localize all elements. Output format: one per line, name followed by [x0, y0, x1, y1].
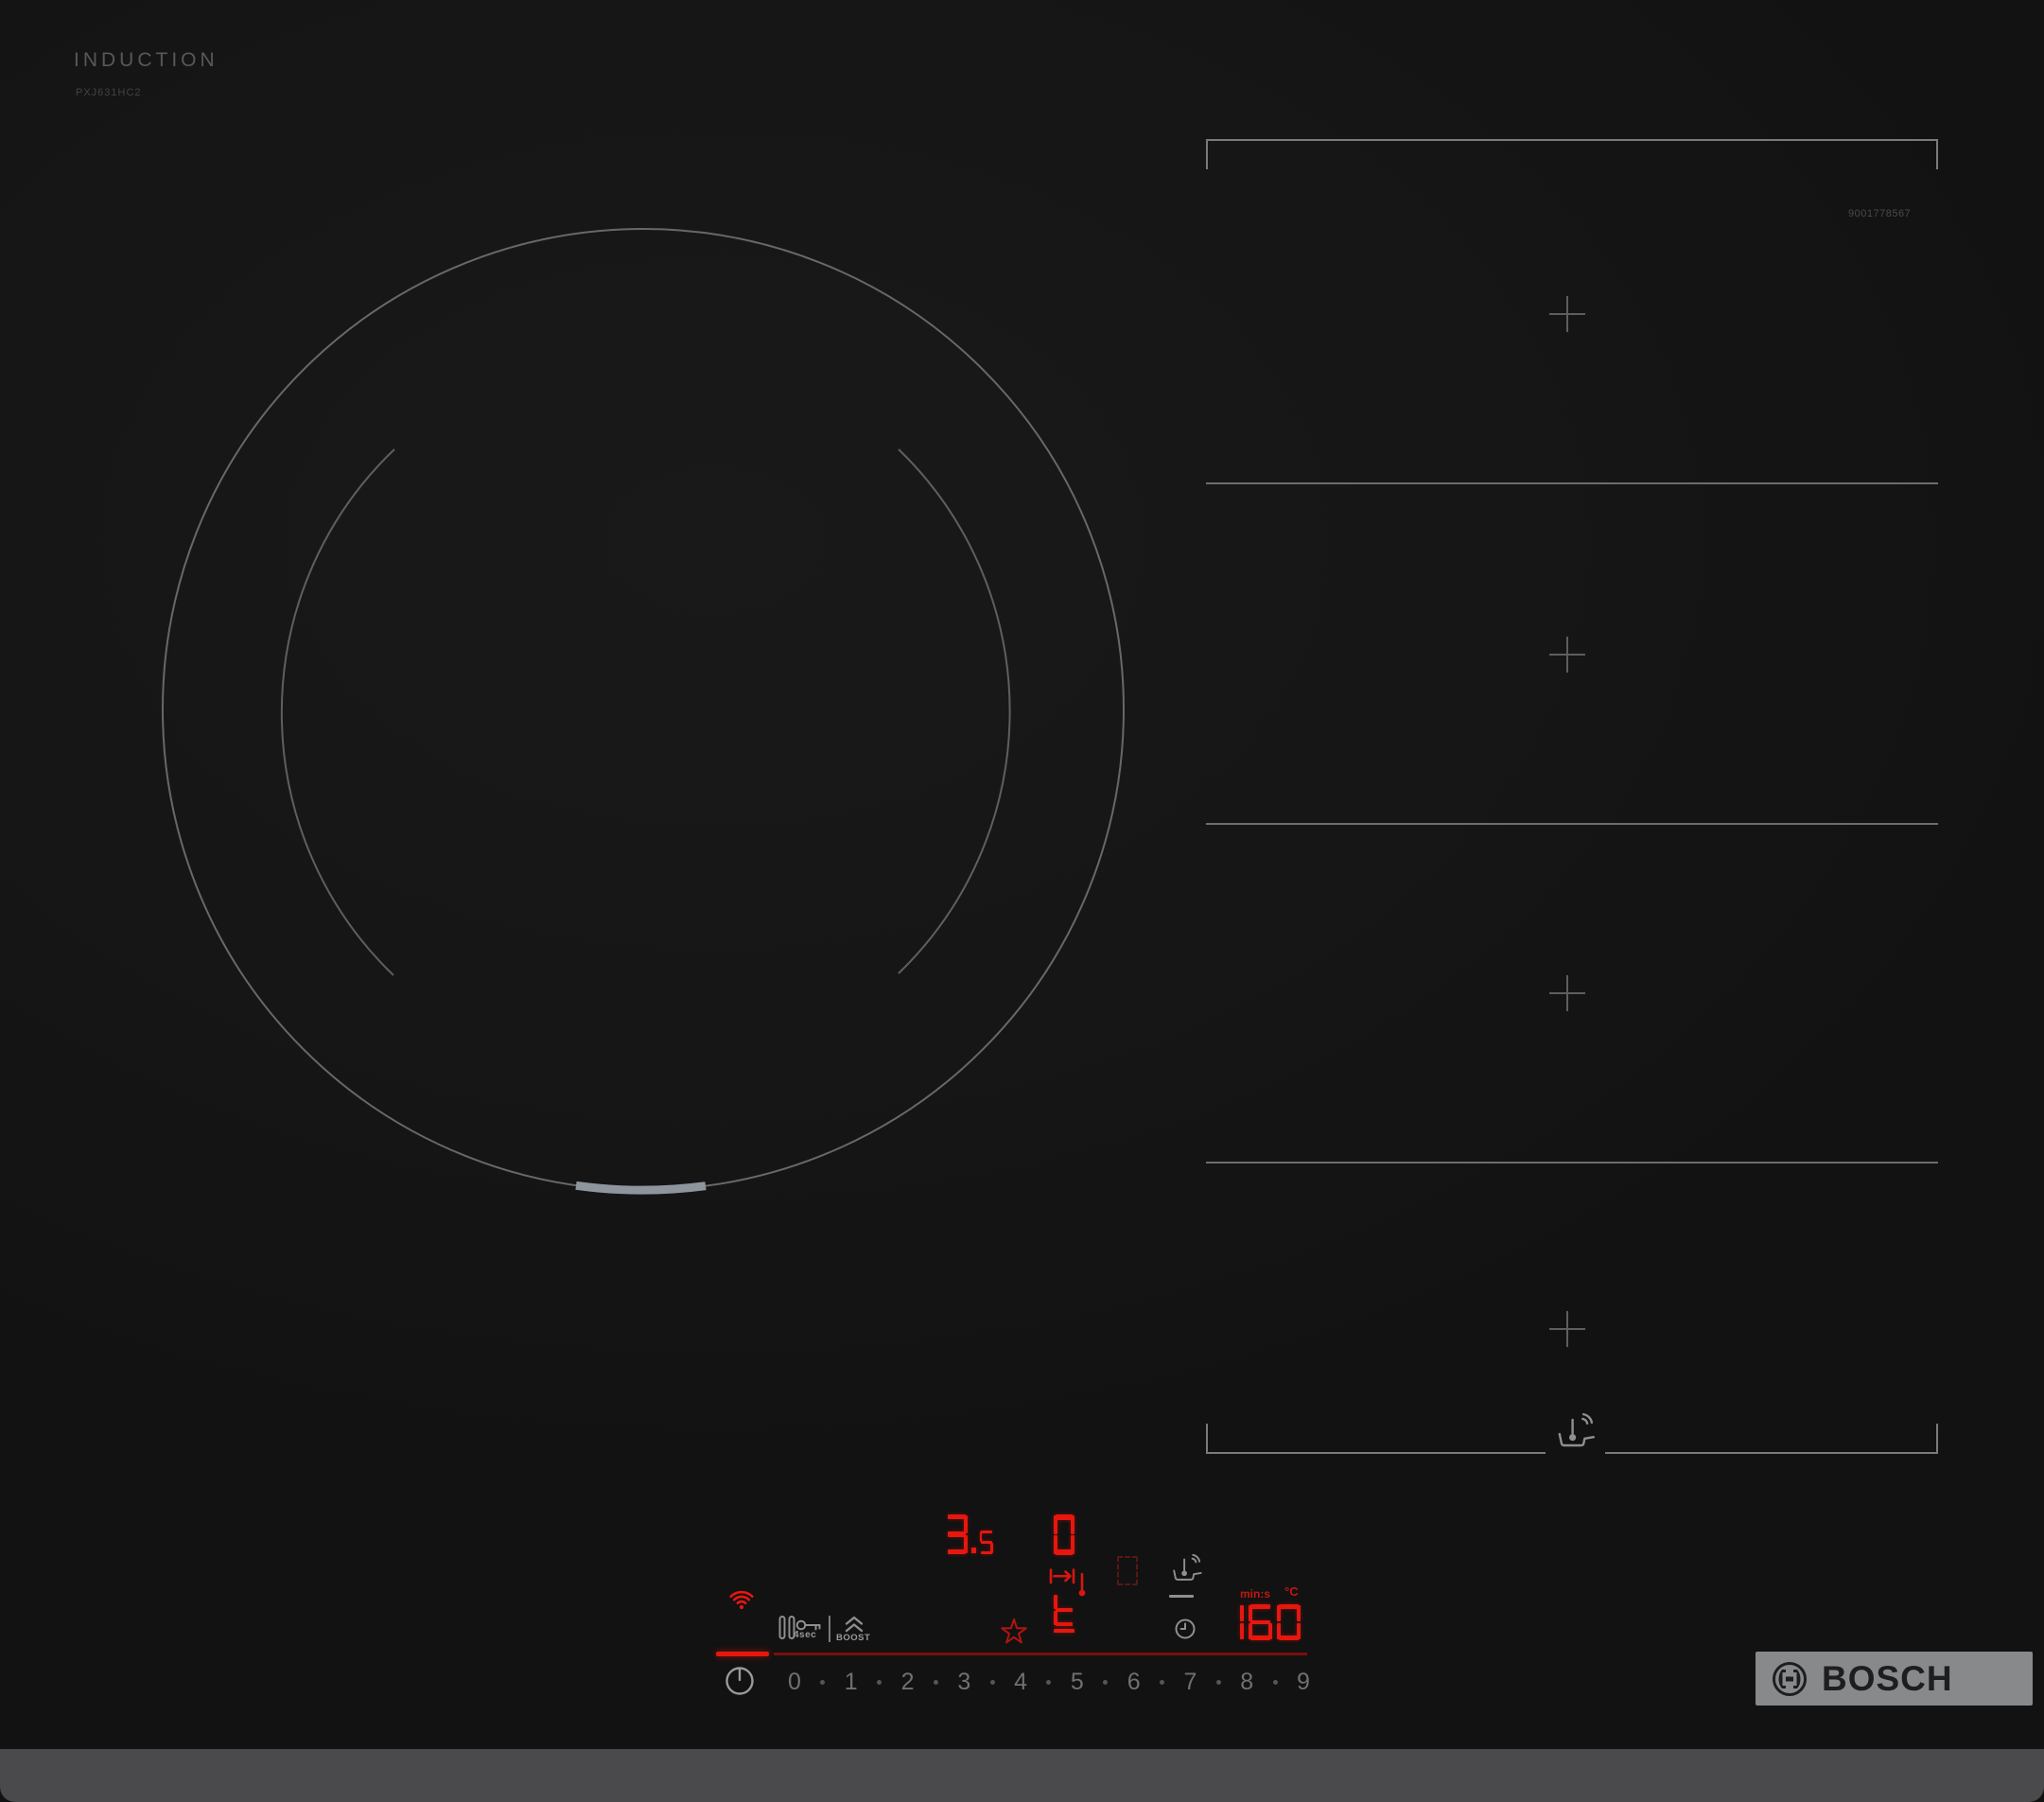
seven-seg-digit — [1054, 1514, 1074, 1555]
boost-label: BOOST — [836, 1633, 871, 1643]
timer-display — [1220, 1604, 1301, 1640]
level-2[interactable]: 2 — [901, 1670, 915, 1694]
zone-outer-ring — [162, 228, 1125, 1191]
brand-logo-text: BOSCH — [1822, 1658, 1953, 1698]
level-separator-dot — [1103, 1679, 1109, 1685]
seven-seg-decimal-point — [971, 1548, 976, 1553]
level-1[interactable]: 1 — [845, 1670, 858, 1694]
zone-plus-icon[interactable] — [1549, 637, 1585, 673]
level-7[interactable]: 7 — [1183, 1670, 1197, 1694]
flex-zone-top-bracket — [1206, 139, 1938, 169]
level-3[interactable]: 3 — [957, 1670, 970, 1694]
mode-underline — [1054, 1629, 1074, 1633]
flex-zone-divider — [1206, 1162, 1938, 1163]
zone-inner-arc-left — [280, 448, 395, 976]
zone-plus-icon[interactable] — [1549, 296, 1585, 332]
flex-zone-bottom-bracket-right — [1605, 1424, 1938, 1454]
level-6[interactable]: 6 — [1127, 1670, 1141, 1694]
boost-chevrons-icon[interactable] — [844, 1615, 865, 1634]
temperature-unit-label: °C — [1284, 1584, 1299, 1599]
flex-zone-divider — [1206, 823, 1938, 825]
part-number-label: 9001778567 — [1848, 208, 1912, 219]
wifi-icon[interactable] — [723, 1580, 760, 1612]
seven-seg-digit — [946, 1514, 968, 1554]
fry-sensor-icon — [1173, 1553, 1202, 1581]
level-separator-dot — [1046, 1679, 1052, 1685]
induction-cooktop: INDUCTION PXJ631HC2 9001778567 4sec BOOS… — [0, 0, 2044, 1802]
zone-plus-icon[interactable] — [1549, 1311, 1585, 1347]
pan-position-marker — [575, 1181, 707, 1195]
zone-inner-arc-right — [898, 448, 1011, 974]
seven-seg-digit — [1277, 1604, 1301, 1640]
bosch-logo-icon — [1773, 1661, 1807, 1696]
level-separator-dot — [1272, 1679, 1278, 1685]
product-type-label: INDUCTION — [74, 49, 218, 71]
level-separator-dot — [1215, 1679, 1221, 1685]
level-separator-dot — [820, 1679, 826, 1685]
flex-zone-divider — [1206, 482, 1938, 484]
level-0[interactable]: 0 — [788, 1670, 801, 1694]
level-separator-dot — [933, 1679, 938, 1685]
front-edge-strip — [0, 1749, 2044, 1802]
left-cooking-zone — [162, 228, 1125, 1195]
level-9[interactable]: 9 — [1297, 1670, 1310, 1694]
zone-plus-icon[interactable] — [1549, 975, 1585, 1011]
timer-unit-label: min:s — [1240, 1587, 1271, 1601]
level-separator-dot — [989, 1679, 995, 1685]
seven-seg-digit — [1249, 1604, 1272, 1640]
zone-value-display — [1054, 1514, 1074, 1555]
level-slider[interactable]: 0 1 2 3 4 5 6 7 8 9 — [788, 1665, 1310, 1699]
level-8[interactable]: 8 — [1240, 1670, 1253, 1694]
timer-clock-icon[interactable] — [1174, 1618, 1197, 1640]
slider-track — [774, 1653, 1307, 1655]
level-separator-dot — [877, 1679, 882, 1685]
control-divider — [829, 1616, 830, 1642]
warming-frame-icon — [1117, 1556, 1138, 1585]
power-icon[interactable] — [722, 1662, 758, 1698]
lock-delay-label: 4sec — [794, 1630, 817, 1640]
seven-seg-digit — [1220, 1604, 1244, 1640]
seven-seg-digit — [980, 1530, 993, 1554]
heat-level-line-icon — [1169, 1595, 1194, 1598]
pan-transfer-icon — [1049, 1568, 1086, 1597]
level-4[interactable]: 4 — [1014, 1670, 1027, 1694]
favorite-star-icon[interactable] — [1000, 1618, 1028, 1645]
brand-plate: BOSCH — [1756, 1652, 2033, 1706]
slider-active-segment — [716, 1652, 769, 1656]
level-separator-dot — [1160, 1679, 1165, 1685]
flex-zone-bottom-bracket-left — [1206, 1424, 1546, 1454]
model-number-label: PXJ631HC2 — [76, 87, 142, 98]
fry-sensor-icon — [1558, 1412, 1595, 1447]
power-level-display — [946, 1514, 993, 1554]
level-5[interactable]: 5 — [1071, 1670, 1084, 1694]
